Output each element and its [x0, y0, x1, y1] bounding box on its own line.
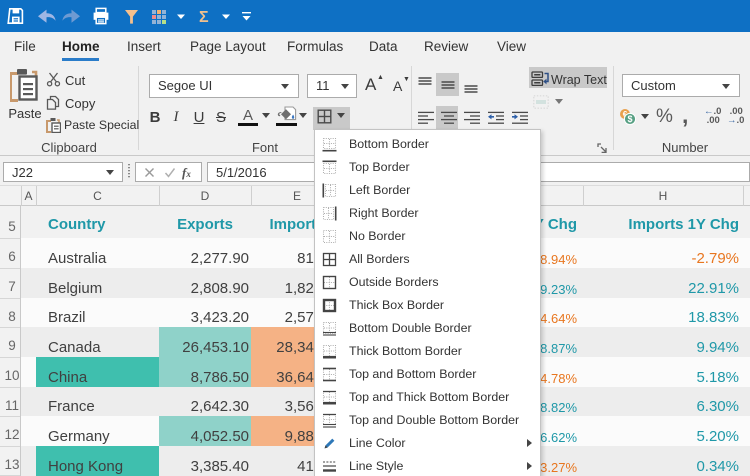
svg-text:$: $ [627, 114, 632, 124]
svg-text:Σ: Σ [199, 9, 209, 26]
